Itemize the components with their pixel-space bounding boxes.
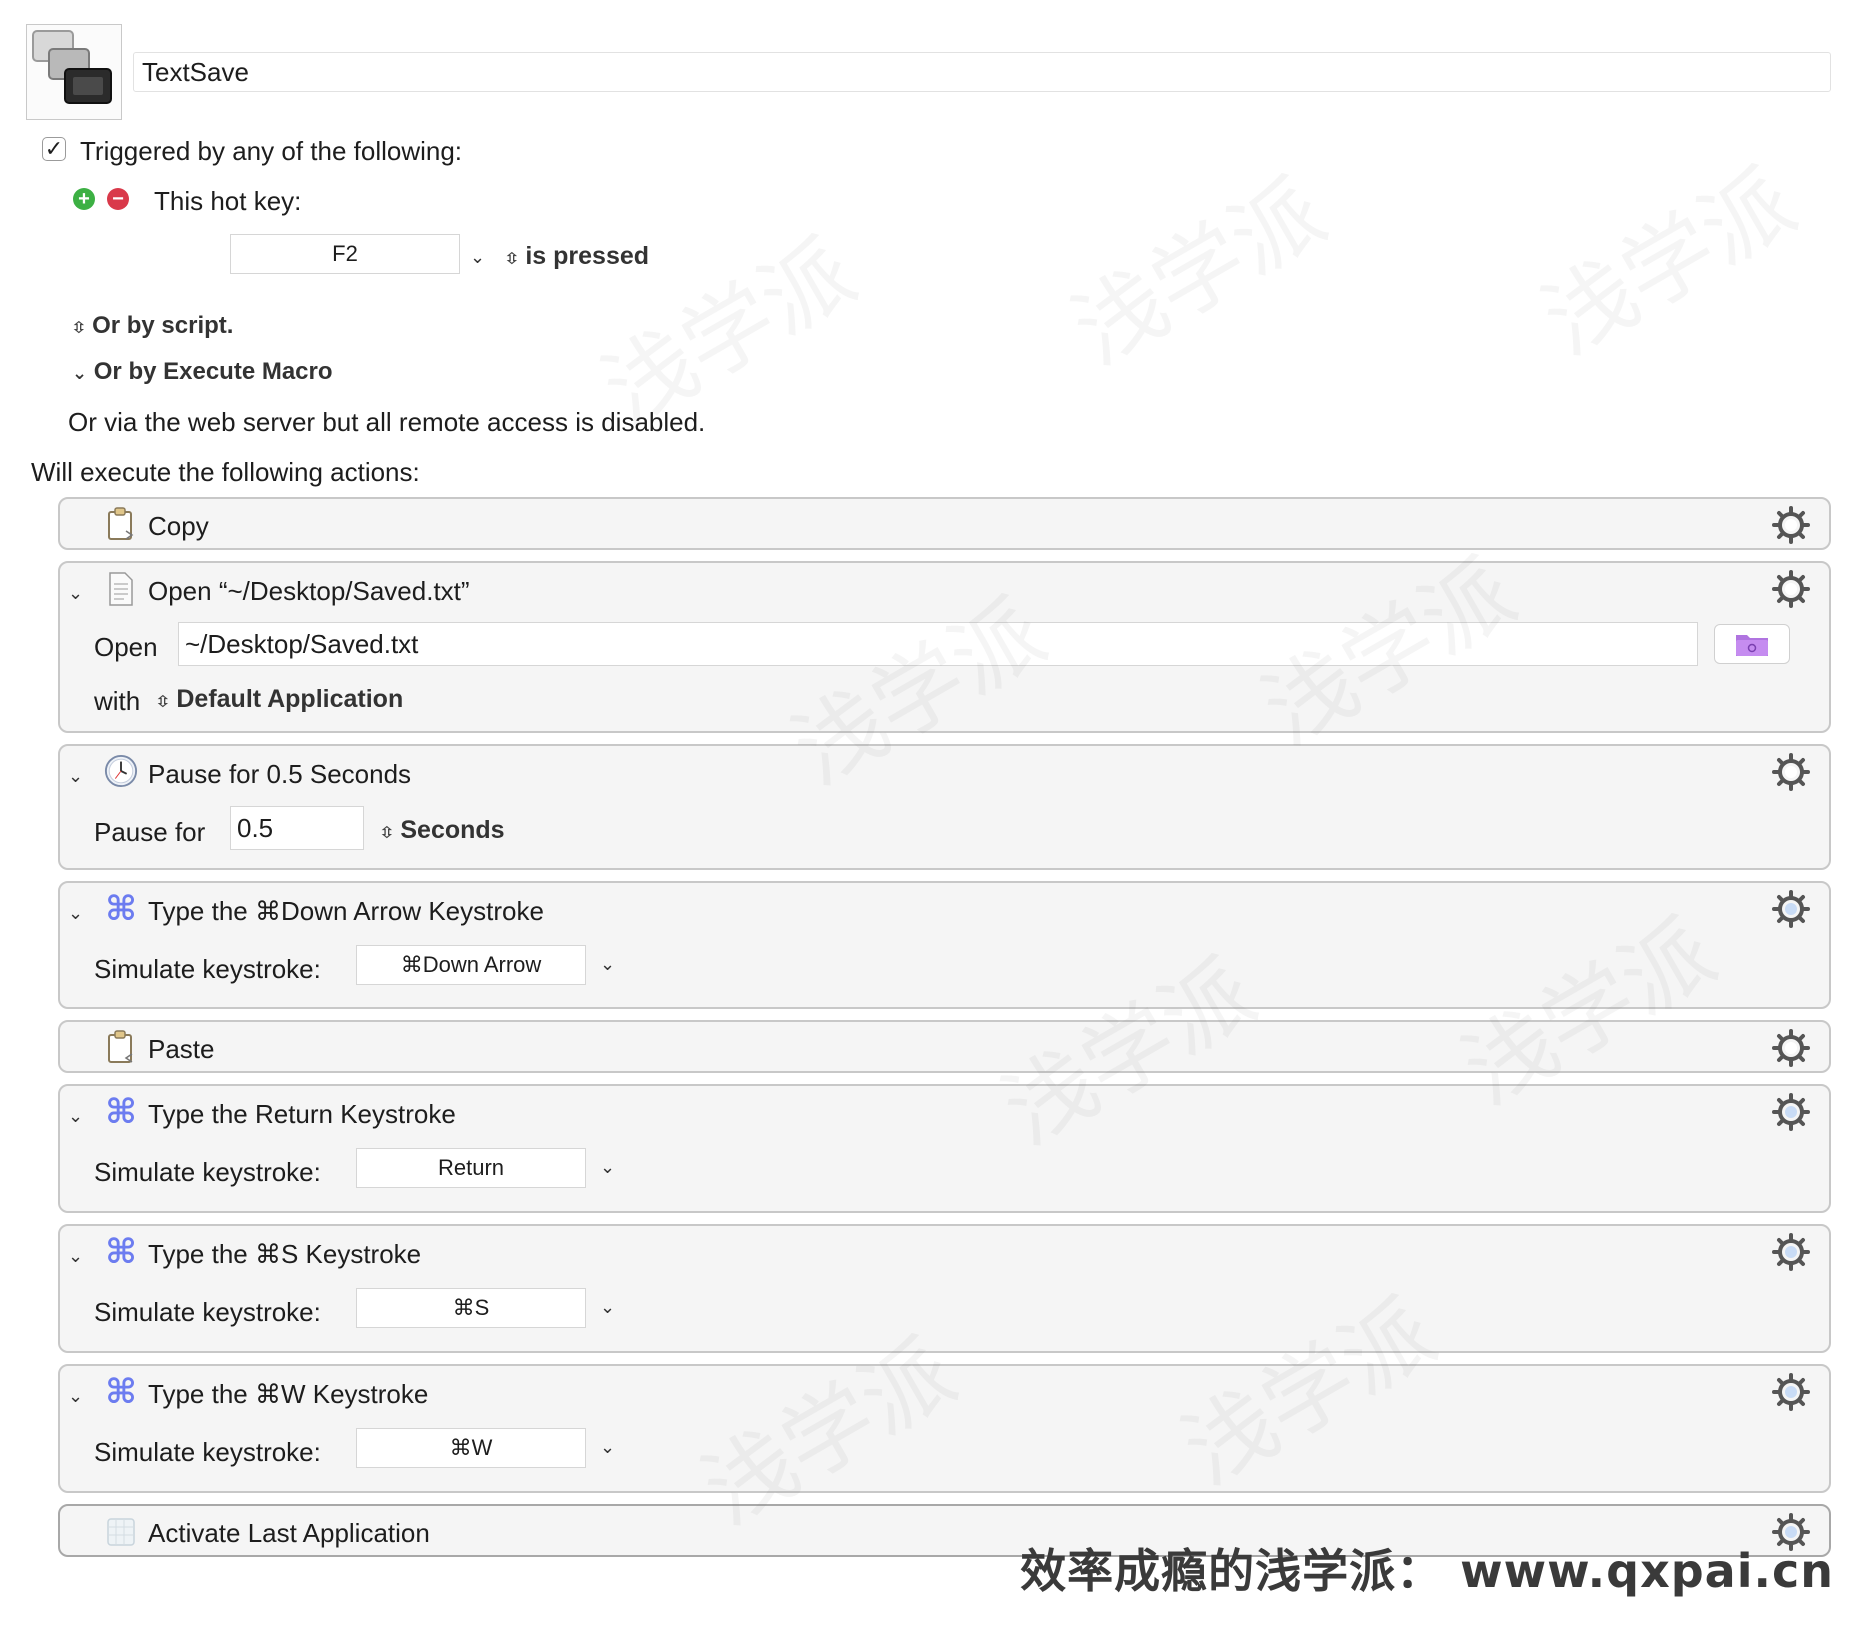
watermark: 浅学派 — [1056, 159, 1343, 386]
simulate-keystroke-label: Simulate keystroke: — [94, 1157, 321, 1187]
application-grid-icon — [104, 1514, 138, 1550]
keystroke-menu-chevron-icon[interactable]: ⌄ — [600, 1438, 615, 1456]
action-title: Type the ⌘S Keystroke — [148, 1239, 422, 1269]
watermark: 浅学派 — [1526, 149, 1813, 376]
command-key-icon: ⌘ — [105, 1093, 137, 1131]
keystroke-value: ⌘Down Arrow — [400, 952, 542, 977]
action-copy[interactable]: Copy — [58, 497, 1831, 550]
or-by-execute-macro-disclosure[interactable]: ⌄ Or by Execute Macro — [72, 360, 333, 384]
clock-icon — [104, 753, 138, 789]
keystroke-menu-chevron-icon[interactable]: ⌄ — [600, 1298, 615, 1316]
gear-icon[interactable] — [1771, 1372, 1811, 1412]
pause-duration-field[interactable]: 0.5 — [230, 806, 364, 850]
pause-for-label: Pause for — [94, 817, 206, 847]
hotkey-state-popup[interactable]: ⇳ is pressed — [503, 244, 649, 269]
gear-icon[interactable] — [1771, 505, 1811, 545]
keystroke-menu-chevron-icon[interactable]: ⌄ — [600, 1158, 615, 1176]
action-pause[interactable]: ⌄ Pause for 0.5 Seconds Pause for 0.5 ⇳ … — [58, 744, 1831, 870]
macro-name-field[interactable]: TextSave — [133, 52, 1831, 92]
keystroke-field[interactable]: ⌘W — [356, 1428, 586, 1468]
macro-icon[interactable] — [26, 24, 122, 120]
updown-icon: ⇳ — [154, 694, 171, 711]
action-title: Paste — [148, 1034, 215, 1064]
time-unit-popup[interactable]: ⇳ Seconds — [378, 818, 505, 843]
trigger-header: Triggered by any of the following: — [80, 136, 463, 166]
action-paste[interactable]: Paste — [58, 1020, 1831, 1073]
clipboard-icon — [104, 506, 138, 542]
command-key-icon: ⌘ — [105, 1373, 137, 1411]
action-type-cmd-down-arrow[interactable]: ⌄ ⌘ Type the ⌘Down Arrow Keystroke Simul… — [58, 881, 1831, 1009]
chevron-down-icon[interactable]: ⌄ — [68, 1386, 83, 1407]
gear-icon[interactable] — [1771, 889, 1811, 929]
action-open[interactable]: ⌄ Open “~/Desktop/Saved.txt” Open ~/Desk… — [58, 561, 1831, 733]
action-title: Type the Return Keystroke — [148, 1099, 456, 1129]
chevron-down-icon[interactable]: ⌄ — [68, 1246, 83, 1267]
folder-icon — [1736, 635, 1768, 656]
hotkey-field[interactable]: F2 — [230, 234, 460, 274]
gear-icon[interactable] — [1771, 1092, 1811, 1132]
action-title: Copy — [148, 511, 209, 541]
keystroke-value: ⌘W — [449, 1435, 493, 1460]
document-icon — [104, 571, 138, 607]
keystroke-value: Return — [437, 1155, 505, 1180]
file-path-field[interactable]: ~/Desktop/Saved.txt — [178, 622, 1698, 666]
action-title: Type the ⌘Down Arrow Keystroke — [148, 896, 544, 926]
trigger-enabled-checkbox[interactable]: ✓ — [42, 137, 66, 161]
action-type-return[interactable]: ⌄ ⌘ Type the Return Keystroke Simulate k… — [58, 1084, 1831, 1213]
application-popup[interactable]: ⇳ Default Application — [154, 687, 404, 712]
footer-watermark: 效率成瘾的浅学派： www.qxpai.cn — [1020, 1544, 1834, 1598]
keystroke-field[interactable]: Return — [356, 1148, 586, 1188]
updown-icon: ⇳ — [503, 251, 520, 268]
hotkey-value: F2 — [332, 241, 358, 266]
updown-icon: ⇳ — [378, 825, 395, 842]
simulate-keystroke-label: Simulate keystroke: — [94, 954, 321, 984]
action-title: Pause for 0.5 Seconds — [148, 759, 412, 789]
keystroke-field[interactable]: ⌘Down Arrow — [356, 945, 586, 985]
command-key-icon: ⌘ — [105, 1233, 137, 1271]
gear-icon[interactable] — [1771, 1232, 1811, 1272]
gear-icon[interactable] — [1771, 752, 1811, 792]
action-type-cmd-w[interactable]: ⌄ ⌘ Type the ⌘W Keystroke Simulate keyst… — [58, 1364, 1831, 1493]
clipboard-icon — [104, 1029, 138, 1065]
actions-header: Will execute the following actions: — [31, 457, 420, 487]
add-trigger-button[interactable]: + — [73, 188, 95, 210]
pause-duration-value: 0.5 — [237, 812, 274, 843]
chevron-down-icon: ⌄ — [72, 363, 88, 383]
action-type-cmd-s[interactable]: ⌄ ⌘ Type the ⌘S Keystroke Simulate keyst… — [58, 1224, 1831, 1353]
file-path-value: ~/Desktop/Saved.txt — [185, 628, 419, 659]
gear-icon[interactable] — [1771, 569, 1811, 609]
gear-icon[interactable] — [1771, 1028, 1811, 1068]
keystroke-menu-chevron-icon[interactable]: ⌄ — [600, 955, 615, 973]
with-label: with — [94, 686, 141, 716]
keystroke-value: ⌘S — [452, 1295, 490, 1320]
keystroke-field[interactable]: ⌘S — [356, 1288, 586, 1328]
updown-icon: ⇳ — [70, 320, 87, 337]
action-title: Activate Last Application — [148, 1518, 430, 1548]
choose-file-button[interactable] — [1714, 624, 1790, 664]
or-by-script-disclosure[interactable]: ⇳ Or by script. — [70, 314, 234, 338]
simulate-keystroke-label: Simulate keystroke: — [94, 1437, 321, 1467]
action-title: Type the ⌘W Keystroke — [148, 1379, 429, 1409]
simulate-keystroke-label: Simulate keystroke: — [94, 1297, 321, 1327]
windows-stack-icon — [32, 30, 112, 104]
chevron-down-icon[interactable]: ⌄ — [68, 903, 83, 924]
command-key-icon: ⌘ — [105, 890, 137, 928]
chevron-down-icon[interactable]: ⌄ — [68, 1106, 83, 1127]
chevron-down-icon[interactable]: ⌄ — [68, 766, 83, 787]
chevron-down-icon[interactable]: ⌄ — [68, 583, 83, 604]
action-title: Open “~/Desktop/Saved.txt” — [148, 576, 470, 606]
hotkey-label: This hot key: — [154, 186, 302, 216]
open-label: Open — [94, 632, 158, 662]
hotkey-menu-chevron-icon[interactable]: ⌄ — [470, 248, 485, 266]
web-server-note: Or via the web server but all remote acc… — [68, 407, 706, 437]
remove-trigger-button[interactable]: − — [107, 188, 129, 210]
